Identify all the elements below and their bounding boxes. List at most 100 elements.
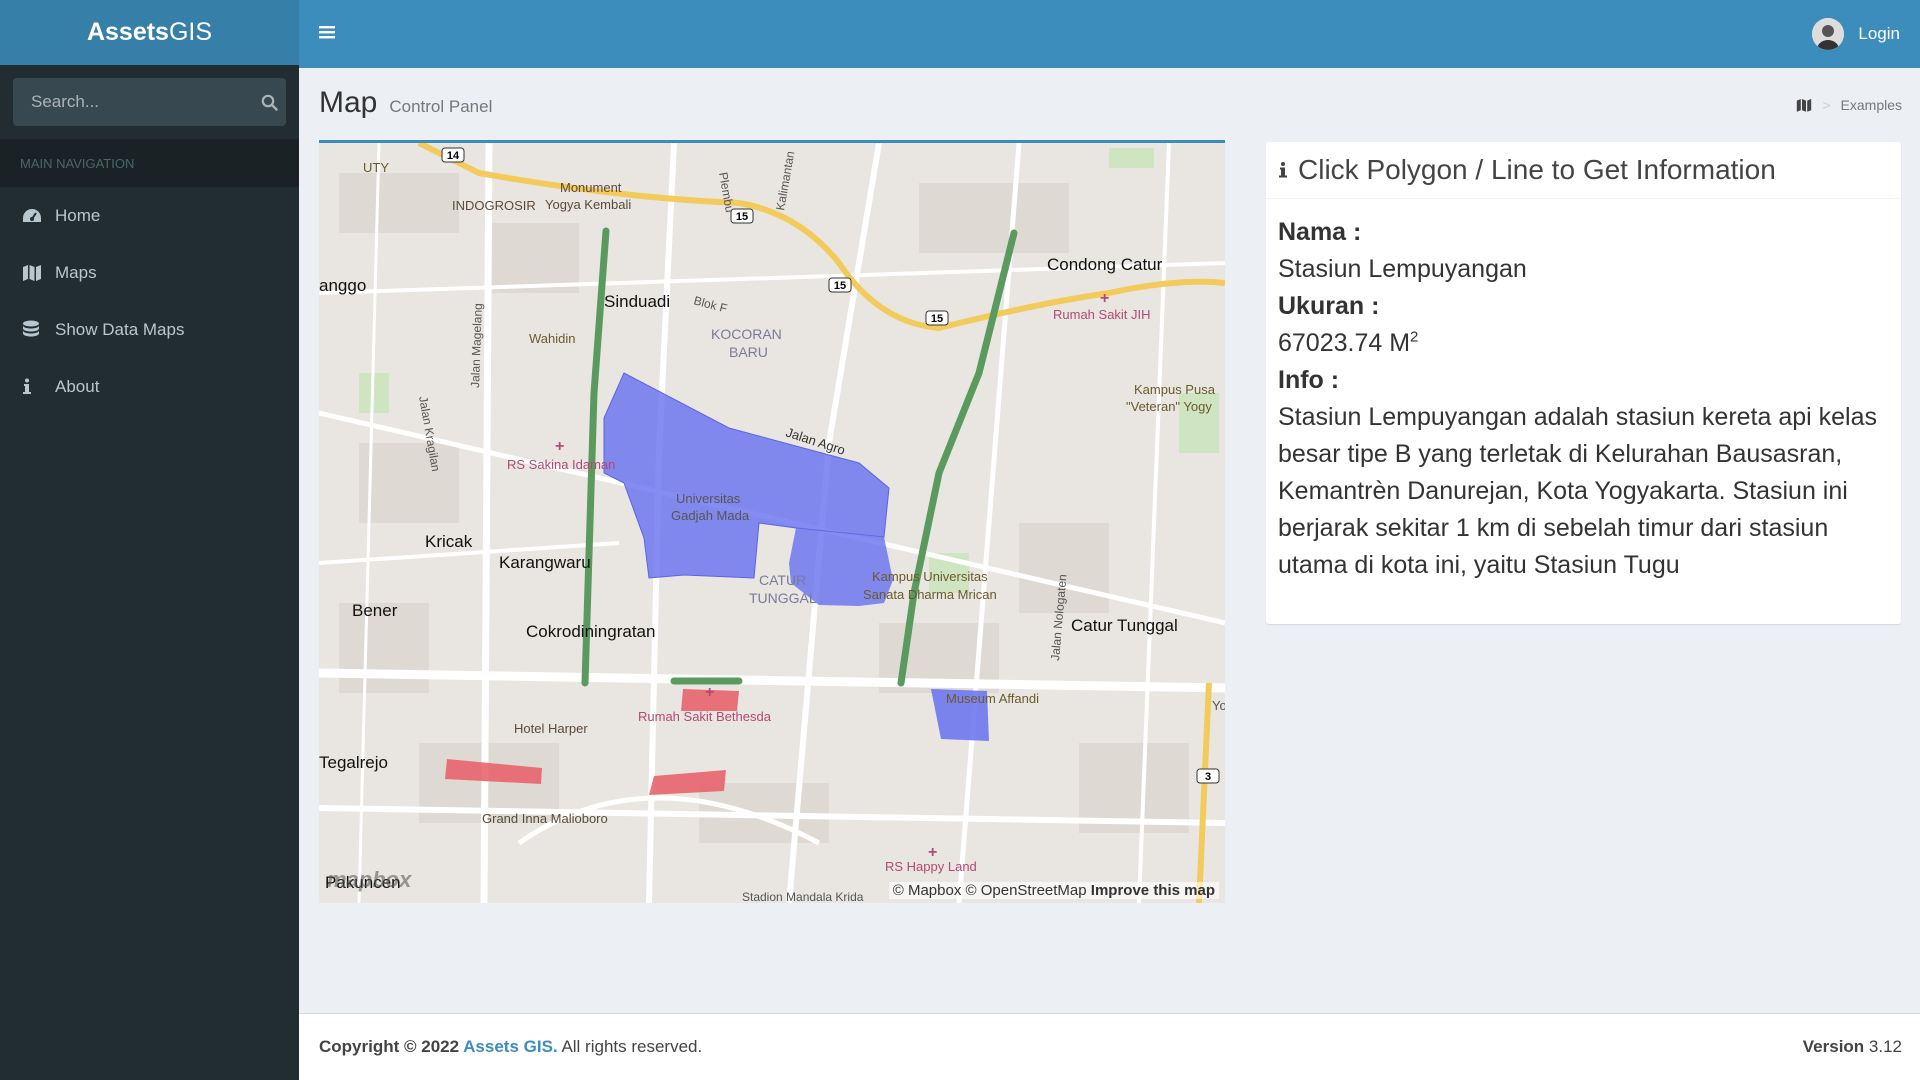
search-input[interactable] bbox=[13, 92, 252, 112]
svg-text:Yogya Kembali: Yogya Kembali bbox=[545, 197, 631, 212]
svg-text:CATUR: CATUR bbox=[759, 572, 806, 588]
nama-value: Stasiun Lempuyangan bbox=[1278, 255, 1527, 283]
svg-text:15: 15 bbox=[736, 211, 748, 223]
svg-text:Rumah Sakit JIH: Rumah Sakit JIH bbox=[1053, 307, 1151, 322]
breadcrumb-separator: > bbox=[1822, 97, 1831, 113]
svg-text:14: 14 bbox=[447, 150, 460, 162]
sidebar-toggle-button[interactable] bbox=[319, 24, 335, 45]
svg-text:Kampus Pusa: Kampus Pusa bbox=[1134, 382, 1216, 397]
footer-copyright: Copyright © 2022 Assets GIS. All rights … bbox=[319, 1037, 702, 1057]
svg-text:UTY: UTY bbox=[363, 160, 389, 175]
login-button[interactable]: Login bbox=[1812, 18, 1900, 50]
copyright-text: Copyright © 2022 bbox=[319, 1037, 464, 1056]
svg-text:TUNGGAL: TUNGGAL bbox=[749, 590, 817, 606]
ukuran-value: 67023.74 M bbox=[1278, 329, 1411, 357]
svg-text:Condong Catur: Condong Catur bbox=[1047, 255, 1163, 274]
app-logo[interactable]: Assets GIS bbox=[0, 0, 299, 65]
footer-brand-link[interactable]: Assets GIS. bbox=[463, 1037, 558, 1056]
nav-header: MAIN NAVIGATION bbox=[0, 139, 299, 187]
ukuran-unit-sup: 2 bbox=[1410, 328, 1419, 346]
info-panel: Click Polygon / Line to Get Information … bbox=[1266, 142, 1901, 624]
svg-text:Karangwaru: Karangwaru bbox=[499, 553, 591, 572]
svg-text:Wahidin: Wahidin bbox=[529, 331, 575, 346]
svg-text:3: 3 bbox=[1205, 771, 1211, 783]
svg-text:Museum Affandi: Museum Affandi bbox=[946, 691, 1039, 706]
breadcrumb-current: Examples bbox=[1840, 97, 1902, 113]
footer-version: Version 3.12 bbox=[1803, 1037, 1902, 1057]
page-title-text: Map bbox=[319, 86, 378, 119]
svg-text:Monument: Monument bbox=[560, 180, 622, 195]
svg-text:Cokrodiningratan: Cokrodiningratan bbox=[526, 622, 655, 641]
breadcrumb: > Examples bbox=[1796, 97, 1902, 113]
top-navbar: Login bbox=[299, 0, 1920, 68]
map-icon bbox=[22, 264, 53, 281]
sidebar-item-label: Show Data Maps bbox=[55, 319, 185, 339]
database-icon bbox=[22, 320, 53, 339]
svg-text:+: + bbox=[705, 684, 714, 701]
svg-text:Gadjah Mada: Gadjah Mada bbox=[671, 508, 750, 523]
rights-text: All rights reserved. bbox=[557, 1037, 703, 1056]
sidebar-item-maps[interactable]: Maps bbox=[0, 244, 299, 301]
svg-text:BARU: BARU bbox=[729, 344, 768, 360]
svg-text:RS Sakina Idaman: RS Sakina Idaman bbox=[507, 457, 615, 472]
sidebar-item-label: Home bbox=[55, 205, 101, 225]
footer: Copyright © 2022 Assets GIS. All rights … bbox=[299, 1013, 1920, 1080]
info-panel-title: Click Polygon / Line to Get Information bbox=[1298, 154, 1776, 185]
info-icon bbox=[22, 378, 53, 395]
info-label: Info : bbox=[1278, 366, 1340, 394]
svg-text:RS Happy Land: RS Happy Land bbox=[885, 859, 977, 874]
svg-text:Sinduadi: Sinduadi bbox=[604, 292, 670, 311]
info-panel-header: Click Polygon / Line to Get Information bbox=[1266, 142, 1901, 199]
mapbox-logo[interactable]: mapbox bbox=[327, 867, 411, 893]
svg-text:Yo: Yo bbox=[1212, 698, 1225, 713]
page-title: Map Control Panel bbox=[319, 86, 492, 120]
svg-text:Universitas: Universitas bbox=[676, 491, 741, 506]
sidebar-item-show-data-maps[interactable]: Show Data Maps bbox=[0, 301, 299, 358]
version-label: Version bbox=[1802, 1037, 1865, 1056]
login-label: Login bbox=[1858, 24, 1900, 43]
svg-text:Bener: Bener bbox=[352, 601, 398, 620]
svg-text:"Veteran" Yogy: "Veteran" Yogy bbox=[1126, 399, 1212, 414]
sidebar-item-label: Maps bbox=[55, 262, 97, 282]
map-container[interactable]: 14 15 15 15 3 + + + + UTY Monument Yogya… bbox=[319, 140, 1225, 903]
svg-text:INDOGROSIR: INDOGROSIR bbox=[452, 198, 536, 213]
svg-text:anggo: anggo bbox=[319, 276, 366, 295]
brand-rest: GIS bbox=[168, 18, 213, 46]
ukuran-row: 67023.74 M2 bbox=[1278, 325, 1889, 362]
svg-text:Catur Tunggal: Catur Tunggal bbox=[1071, 616, 1178, 635]
avatar bbox=[1812, 18, 1845, 50]
info-icon bbox=[1278, 160, 1288, 180]
sidebar: AssetsGIS MAIN NAVIGATION Home Maps Show… bbox=[0, 0, 299, 1080]
svg-text:15: 15 bbox=[834, 280, 846, 292]
improve-map-link[interactable]: Improve this map bbox=[1091, 882, 1215, 899]
svg-text:Hotel Harper: Hotel Harper bbox=[514, 721, 588, 736]
sidebar-item-about[interactable]: About bbox=[0, 358, 299, 415]
version-number: 3.12 bbox=[1864, 1037, 1902, 1056]
sidebar-search bbox=[13, 78, 286, 126]
svg-text:Tegalrejo: Tegalrejo bbox=[319, 753, 388, 772]
info-description: Stasiun Lempuyangan adalah stasiun keret… bbox=[1278, 403, 1878, 579]
svg-text:Jalan Magelang: Jalan Magelang bbox=[468, 303, 485, 388]
map-attribution: © Mapbox © OpenStreetMap Improve this ma… bbox=[888, 882, 1219, 899]
sidebar-item-home[interactable]: Home bbox=[0, 187, 299, 244]
attribution-text[interactable]: © Mapbox © OpenStreetMap bbox=[893, 882, 1087, 899]
search-icon bbox=[261, 94, 278, 111]
svg-text:+: + bbox=[1100, 290, 1109, 307]
svg-text:Kricak: Kricak bbox=[425, 532, 473, 551]
brand-bold: Assets bbox=[86, 18, 169, 46]
map-icon[interactable] bbox=[1796, 98, 1812, 112]
ukuran-label: Ukuran : bbox=[1278, 292, 1380, 320]
svg-text:Kampus Universitas: Kampus Universitas bbox=[872, 569, 988, 584]
svg-text:Sanata Dharma Mrican: Sanata Dharma Mrican bbox=[863, 587, 997, 602]
svg-text:+: + bbox=[555, 438, 564, 455]
svg-text:Rumah Sakit Bethesda: Rumah Sakit Bethesda bbox=[638, 709, 772, 724]
svg-text:KOCORAN: KOCORAN bbox=[711, 326, 782, 342]
info-panel-body: Nama : Stasiun Lempuyangan Ukuran : 6702… bbox=[1266, 199, 1901, 599]
svg-text:Stadion Mandala Krida: Stadion Mandala Krida bbox=[742, 890, 864, 903]
nama-label: Nama : bbox=[1278, 218, 1362, 246]
map-canvas[interactable]: 14 15 15 15 3 + + + + UTY Monument Yogya… bbox=[319, 143, 1225, 903]
svg-text:Grand Inna Malioboro: Grand Inna Malioboro bbox=[482, 811, 608, 826]
sidebar-item-label: About bbox=[55, 376, 100, 396]
page-subtitle: Control Panel bbox=[389, 97, 493, 116]
search-button[interactable] bbox=[252, 78, 286, 126]
